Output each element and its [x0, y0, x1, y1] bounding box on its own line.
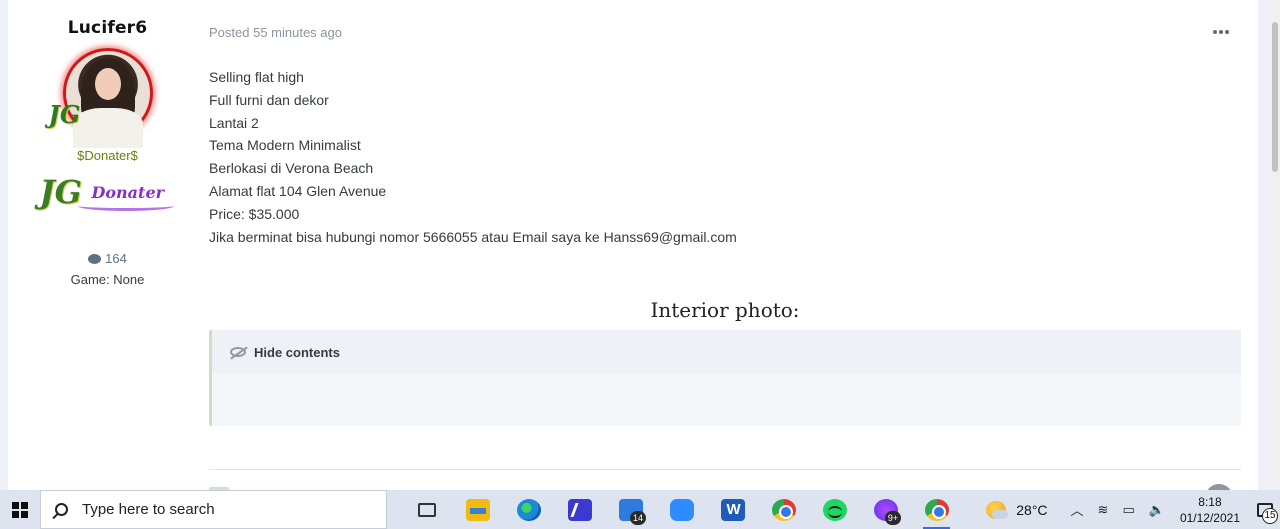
post-line: Tema Modern Minimalist [209, 137, 361, 154]
taskbar-apps: 14 9+ [401, 490, 962, 529]
zoom-icon [669, 498, 694, 521]
edge-button[interactable] [503, 490, 554, 529]
post-line: Alamat flat 104 Glen Avenue [209, 182, 387, 199]
start-button[interactable] [0, 490, 40, 529]
post-body: Selling flat high Full furni dan dekor L… [209, 66, 737, 248]
post-count-value: 164 [105, 251, 127, 266]
page-scrollbar[interactable] [1270, 0, 1280, 490]
chrome-active-button[interactable] [911, 490, 962, 529]
mosaic-app-button[interactable] [554, 490, 605, 529]
mail-badge: 14 [630, 511, 646, 525]
scrollbar-thumb[interactable] [1272, 22, 1278, 172]
donater-logo-word: Donater [91, 183, 165, 202]
eye-slash-icon [230, 347, 246, 357]
post-count[interactable]: 164 [20, 251, 195, 266]
author-name[interactable]: Lucifer6 [20, 18, 195, 38]
messenger-badge: 9+ [885, 511, 901, 525]
zoom-button[interactable] [656, 490, 707, 529]
wifi-icon[interactable]: ≋ [1098, 502, 1109, 518]
avatar-face [94, 68, 121, 100]
post-line: Berlokasi di Verona Beach [209, 160, 374, 177]
group-tag: $Donater$ [77, 148, 138, 163]
weather-widget[interactable]: 28°C [986, 500, 1048, 519]
post-line: Price: $35.000 [209, 205, 300, 222]
notification-button[interactable]: 15 [1250, 490, 1280, 529]
more-options-button[interactable] [1210, 22, 1232, 42]
post-line: Full furni dan dekor [209, 91, 329, 108]
notification-count: 15 [1262, 508, 1278, 524]
folder-icon [465, 498, 490, 521]
more-horizontal-icon [1219, 30, 1223, 34]
post-line: Selling flat high [209, 69, 304, 85]
word-icon [720, 498, 745, 521]
spoiler-box: Hide contents [209, 330, 1241, 426]
mail-button[interactable]: 14 [605, 490, 656, 529]
clock-time: 8:18 [1198, 494, 1222, 509]
weather-icon [986, 500, 1009, 519]
chrome-icon [924, 498, 949, 521]
spoiler-toggle[interactable]: Hide contents [212, 330, 1241, 374]
taskbar-search[interactable]: Type here to search [40, 490, 387, 529]
app-icon [567, 498, 592, 521]
page-area: Lucifer6 JG $Donater$ JG Donater 164 Gam… [0, 0, 1280, 512]
taskbar: Type here to search 14 9+ 28°C ︿ ≋ ▭ 🔈 8… [0, 490, 1280, 529]
comment-bubble-icon [88, 254, 102, 264]
more-horizontal-icon [1213, 30, 1217, 34]
clock[interactable]: 8:18 01/12/2021 [1180, 494, 1240, 526]
windows-logo-icon [12, 501, 28, 518]
volume-icon[interactable]: 🔈 [1149, 502, 1165, 518]
messenger-button[interactable]: 9+ [860, 490, 911, 529]
donater-rank-logo: JG Donater [38, 173, 178, 217]
interior-photo-heading: Interior photo: [650, 298, 800, 322]
search-placeholder: Type here to search [82, 501, 215, 518]
author-panel: Lucifer6 JG $Donater$ JG Donater 164 Gam… [20, 18, 195, 287]
post-divider [209, 469, 1241, 470]
file-explorer-button[interactable] [452, 490, 503, 529]
avatar-wrap[interactable]: JG [49, 48, 153, 148]
word-button[interactable] [707, 490, 758, 529]
search-icon [55, 503, 68, 516]
spotify-button[interactable] [809, 490, 860, 529]
spoiler-label: Hide contents [254, 344, 340, 360]
task-view-button[interactable] [401, 490, 452, 529]
jg-badge: JG [48, 100, 81, 129]
post-line: Jika berminat bisa hubungi nomor 5666055… [209, 228, 737, 245]
avatar-shirt [72, 108, 143, 148]
more-horizontal-icon [1225, 30, 1229, 34]
chrome-button[interactable] [758, 490, 809, 529]
battery-icon[interactable]: ▭ [1122, 502, 1134, 518]
chevron-up-icon[interactable]: ︿ [1071, 500, 1084, 519]
chrome-icon [771, 498, 796, 521]
task-view-icon [417, 502, 436, 517]
game-line: Game: None [70, 272, 145, 287]
edge-icon [516, 498, 541, 521]
temperature: 28°C [1016, 501, 1048, 518]
donater-logo-swoosh [77, 201, 174, 211]
clock-date: 01/12/2021 [1179, 510, 1240, 525]
system-tray: 28°C ︿ ≋ ▭ 🔈 8:18 01/12/2021 15 [986, 490, 1280, 529]
post-timestamp[interactable]: Posted 55 minutes ago [209, 25, 342, 40]
donater-logo-jg: JG [39, 173, 82, 211]
post-line: Lantai 2 [209, 114, 259, 131]
spotify-icon [822, 498, 847, 521]
